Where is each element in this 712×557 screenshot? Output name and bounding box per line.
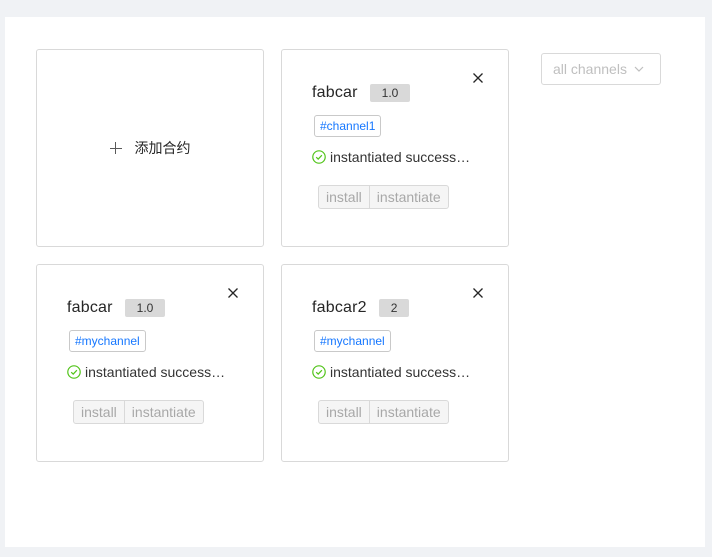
- instantiate-button[interactable]: instantiate: [368, 186, 448, 208]
- close-button[interactable]: [466, 281, 490, 305]
- instantiate-button[interactable]: instantiate: [123, 401, 203, 423]
- instantiate-button[interactable]: instantiate: [368, 401, 448, 423]
- channel-filter-select[interactable]: all channels: [541, 53, 661, 85]
- close-icon: [473, 288, 483, 298]
- check-circle-icon: [312, 150, 326, 164]
- chaincode-name: fabcar2: [312, 299, 367, 316]
- main-panel: 添加合约 fabcar 1.0 #channel1 instantiated s…: [5, 17, 705, 547]
- version-badge: 1.0: [369, 84, 411, 102]
- channel-tag: #mychannel: [314, 330, 391, 352]
- status-row: instantiated success…: [312, 149, 470, 165]
- check-circle-icon: [312, 365, 326, 379]
- chaincode-title-row: fabcar 1.0: [312, 84, 411, 102]
- version-badge: 1.0: [124, 299, 166, 317]
- chaincode-name: fabcar: [312, 84, 358, 101]
- status-row: instantiated success…: [67, 364, 225, 380]
- close-icon: [228, 288, 238, 298]
- close-icon: [473, 73, 483, 83]
- channel-tag: #channel1: [314, 115, 382, 137]
- chaincode-card: fabcar 1.0 #mychannel instantiated succe…: [36, 264, 264, 462]
- channel-tag: #mychannel: [69, 330, 146, 352]
- add-contract-card[interactable]: 添加合约: [36, 49, 264, 247]
- close-button[interactable]: [466, 66, 490, 90]
- close-button[interactable]: [221, 281, 245, 305]
- chaincode-card: fabcar2 2 #mychannel instantiated succes…: [281, 264, 509, 462]
- version-badge: 2: [378, 299, 410, 317]
- chaincode-name: fabcar: [67, 299, 113, 316]
- install-button[interactable]: install: [74, 401, 124, 423]
- check-circle-icon: [67, 365, 81, 379]
- chevron-down-icon: [634, 66, 644, 72]
- chaincode-title-row: fabcar 1.0: [67, 299, 166, 317]
- chaincode-title-row: fabcar2 2: [312, 299, 410, 317]
- action-buttons: install instantiate: [318, 400, 449, 424]
- status-text: instantiated success…: [330, 149, 471, 165]
- add-contract-content: 添加合约: [109, 138, 191, 158]
- add-contract-label: 添加合约: [134, 140, 191, 156]
- channel-filter-value: all channels: [553, 61, 627, 77]
- plus-icon: [109, 142, 122, 154]
- install-button[interactable]: install: [319, 186, 369, 208]
- action-buttons: install instantiate: [73, 400, 204, 424]
- chaincode-card: fabcar 1.0 #channel1 instantiated succes…: [281, 49, 509, 247]
- status-row: instantiated success…: [312, 364, 470, 380]
- status-text: instantiated success…: [85, 364, 226, 380]
- action-buttons: install instantiate: [318, 185, 449, 209]
- install-button[interactable]: install: [319, 401, 369, 423]
- status-text: instantiated success…: [330, 364, 471, 380]
